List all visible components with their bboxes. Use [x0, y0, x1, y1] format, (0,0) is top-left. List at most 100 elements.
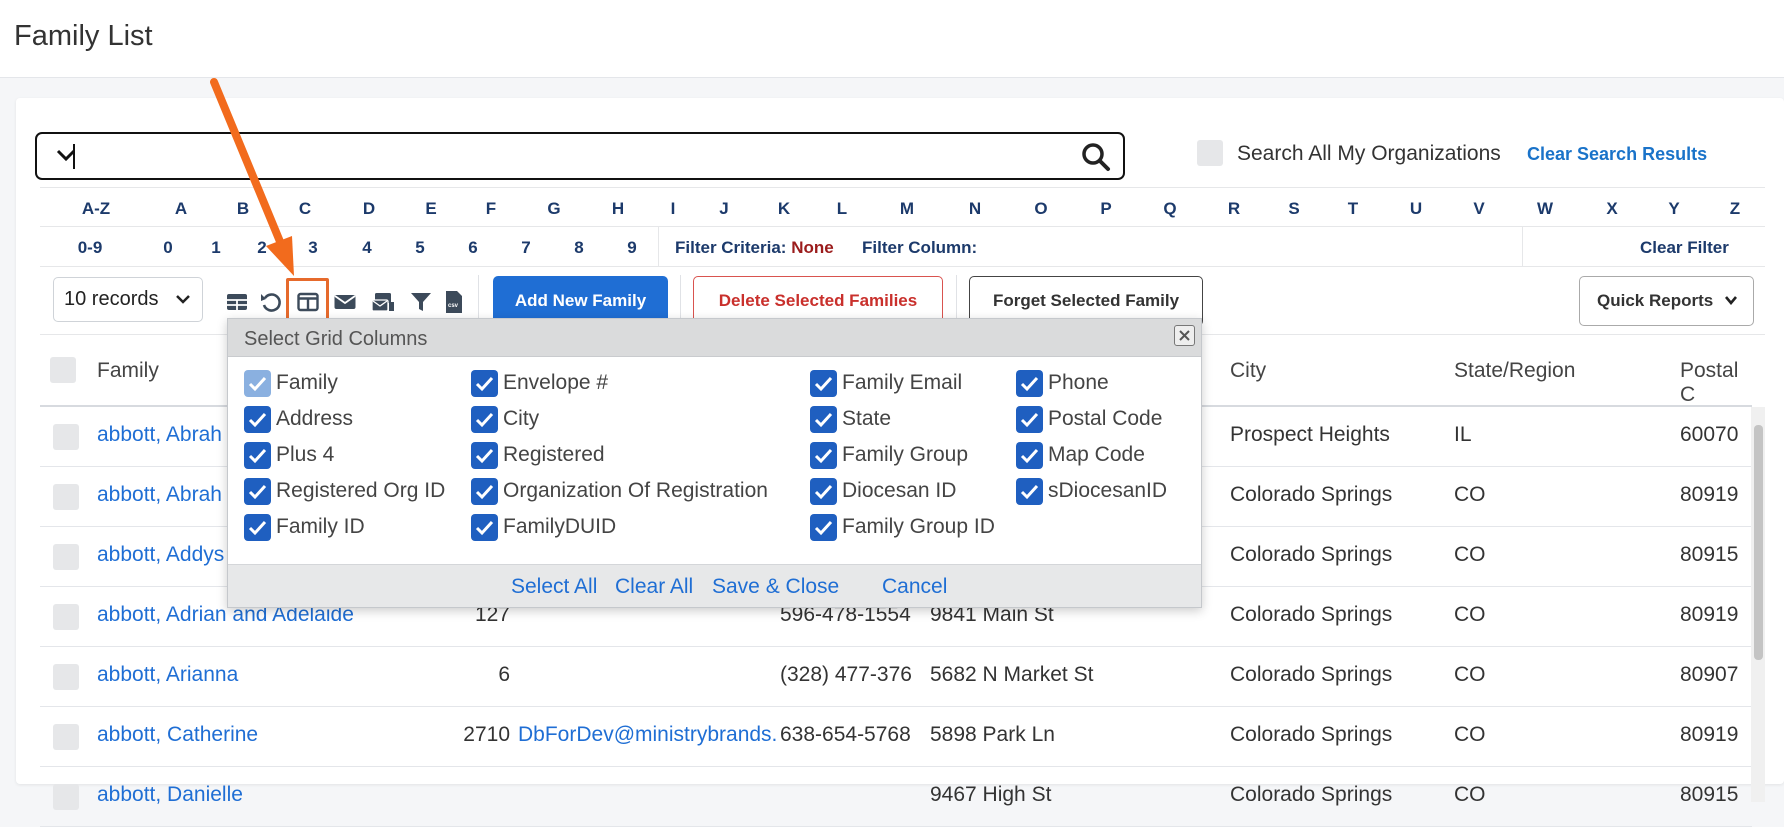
family-name-link[interactable]: abbott, Danielle [97, 783, 243, 807]
letter-filter-x[interactable]: X [1606, 199, 1617, 219]
digit-filter-6[interactable]: 6 [468, 238, 477, 258]
checkbox[interactable] [810, 406, 837, 433]
letter-filter-j[interactable]: J [719, 199, 728, 219]
column-header-state[interactable]: State/Region [1454, 359, 1575, 383]
column-header-city[interactable]: City [1230, 359, 1266, 383]
letter-filter-i[interactable]: I [671, 199, 676, 219]
save-close-link[interactable]: Save & Close [712, 575, 839, 599]
search-input[interactable] [35, 132, 1125, 180]
digit-filter-3[interactable]: 3 [308, 238, 317, 258]
select-all-link[interactable]: Select All [511, 575, 597, 599]
table-row[interactable]: abbott, Catherine 2710 DbForDev@ministrybr… [40, 707, 1752, 767]
mail-merge-icon[interactable] [371, 290, 395, 314]
letter-filter-l[interactable]: L [837, 199, 847, 219]
checkbox[interactable] [471, 442, 498, 469]
row-checkbox[interactable] [53, 664, 79, 690]
letter-filter-b[interactable]: B [237, 199, 249, 219]
quick-reports-button[interactable]: Quick Reports [1579, 276, 1754, 326]
letter-filter-o[interactable]: O [1034, 199, 1047, 219]
digit-filter-1[interactable]: 1 [211, 238, 220, 258]
checkbox[interactable] [244, 478, 271, 505]
clear-filter-link[interactable]: Clear Filter [1640, 238, 1729, 258]
digit-filter-0[interactable]: 0 [163, 238, 172, 258]
family-name-link[interactable]: abbott, Catherine [97, 723, 258, 747]
row-checkbox[interactable] [53, 724, 79, 750]
row-checkbox[interactable] [53, 544, 79, 570]
column-header-postal[interactable]: Postal C [1680, 359, 1752, 407]
checkbox[interactable] [810, 478, 837, 505]
letter-filter-n[interactable]: N [969, 199, 981, 219]
letter-filter-a[interactable]: A [175, 199, 187, 219]
checkbox[interactable] [471, 370, 498, 397]
letter-filter-p[interactable]: P [1100, 199, 1111, 219]
checkbox[interactable] [244, 442, 271, 469]
undo-icon[interactable] [259, 290, 283, 314]
email-link[interactable]: DbForDev@ministrybrands. [518, 723, 777, 747]
column-option-label: Map Code [1048, 443, 1145, 466]
checkbox[interactable] [810, 442, 837, 469]
checkbox[interactable] [810, 514, 837, 541]
letter-filter-q[interactable]: Q [1163, 199, 1176, 219]
letter-filter-y[interactable]: Y [1668, 199, 1679, 219]
letter-filter-v[interactable]: V [1473, 199, 1484, 219]
letter-filter-w[interactable]: W [1537, 199, 1553, 219]
checkbox[interactable] [1016, 478, 1043, 505]
letter-filter-c[interactable]: C [299, 199, 311, 219]
close-button[interactable] [1174, 325, 1195, 346]
row-checkbox[interactable] [53, 784, 79, 810]
letter-filter-a-z[interactable]: A-Z [82, 199, 110, 219]
checkbox[interactable] [471, 514, 498, 541]
row-checkbox[interactable] [53, 424, 79, 450]
email-icon[interactable] [333, 290, 357, 314]
digit-filter-5[interactable]: 5 [415, 238, 424, 258]
digit-filter-9[interactable]: 9 [627, 238, 636, 258]
letter-filter-z[interactable]: Z [1730, 199, 1740, 219]
search-icon[interactable] [1081, 142, 1111, 172]
letter-filter-g[interactable]: G [547, 199, 560, 219]
table-row[interactable]: abbott, Danielle 9467 High St Colorado Spr… [40, 767, 1752, 827]
csv-icon[interactable]: csv [442, 290, 466, 314]
digit-filter-2[interactable]: 2 [257, 238, 266, 258]
letter-filter-r[interactable]: R [1228, 199, 1240, 219]
letter-filter-f[interactable]: F [486, 199, 496, 219]
letter-filter-e[interactable]: E [425, 199, 436, 219]
clear-search-results-link[interactable]: Clear Search Results [1527, 144, 1707, 165]
letter-filter-k[interactable]: K [778, 199, 790, 219]
page-title: Family List [14, 20, 153, 52]
checkbox[interactable] [471, 406, 498, 433]
checkbox[interactable] [471, 478, 498, 505]
grid-icon[interactable] [225, 290, 249, 314]
family-name-link[interactable]: abbott, Arianna [97, 663, 238, 687]
letter-filter-h[interactable]: H [612, 199, 624, 219]
checkbox[interactable] [1016, 442, 1043, 469]
checkbox[interactable] [244, 406, 271, 433]
family-name-link[interactable]: abbott, Abrah [97, 483, 222, 507]
letter-filter-s[interactable]: S [1288, 199, 1299, 219]
letter-filter-u[interactable]: U [1410, 199, 1422, 219]
checkbox[interactable] [1016, 406, 1043, 433]
clear-all-link[interactable]: Clear All [615, 575, 693, 599]
scrollbar-thumb[interactable] [1754, 425, 1763, 660]
letter-filter-t[interactable]: T [1348, 199, 1358, 219]
family-name-link[interactable]: abbott, Abrah [97, 423, 222, 447]
records-per-page-select[interactable]: 10 records [53, 277, 203, 322]
row-checkbox[interactable] [53, 484, 79, 510]
column-option-label: Family Email [842, 371, 963, 394]
row-checkbox[interactable] [53, 604, 79, 630]
cancel-link[interactable]: Cancel [882, 575, 947, 599]
checkbox[interactable] [810, 370, 837, 397]
family-name-link[interactable]: abbott, Addys [97, 543, 224, 567]
checkbox[interactable] [1016, 370, 1043, 397]
select-all-rows-checkbox[interactable] [50, 357, 76, 383]
filter-icon[interactable] [409, 290, 433, 314]
search-all-checkbox[interactable] [1197, 140, 1223, 166]
checkbox[interactable] [244, 514, 271, 541]
digit-filter-4[interactable]: 4 [362, 238, 371, 258]
digit-filter-7[interactable]: 7 [521, 238, 530, 258]
letter-filter-m[interactable]: M [900, 199, 914, 219]
digit-filter-0-9[interactable]: 0-9 [78, 238, 103, 258]
letter-filter-d[interactable]: D [363, 199, 375, 219]
column-header-family[interactable]: Family [97, 359, 159, 383]
digit-filter-8[interactable]: 8 [574, 238, 583, 258]
table-row[interactable]: abbott, Arianna 6 (328) 477-376 5682 N Mark… [40, 647, 1752, 707]
